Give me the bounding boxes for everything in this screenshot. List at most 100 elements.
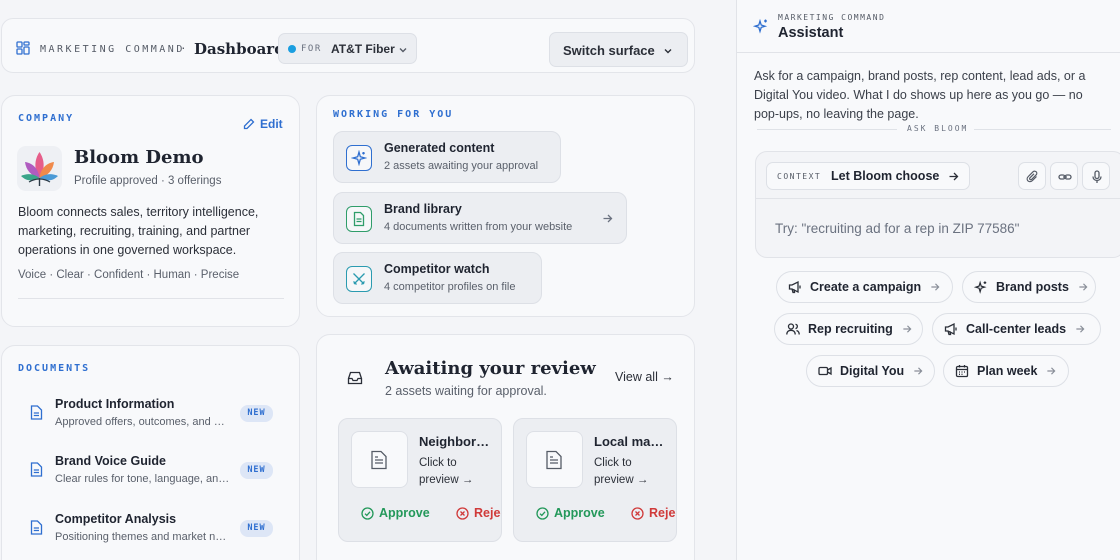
megaphone-icon [788,280,802,294]
company-card: COMPANY Edit Bloom Demo Profile approved… [1,95,300,327]
arrow-right-icon [1075,324,1085,334]
call-center-leads-chip[interactable]: Call-center leads [932,313,1101,345]
asset-thumbnail [526,431,583,488]
asset-title: Neighborhood post [419,434,491,449]
sparkle-icon [753,18,769,34]
company-description: Bloom connects sales, territory intellig… [18,205,259,257]
sparkle-icon [346,145,372,171]
account-name: AT&T Fiber [331,42,395,56]
brand-label: MARKETING COMMAND [40,44,185,55]
brand-traits: Voice · Clear · Confident · Human · Prec… [18,269,240,281]
approve-button[interactable]: Approve [361,506,430,520]
section-label: WORKING FOR YOU [333,109,454,120]
asset-preview-link[interactable]: Click to preview → [594,455,668,489]
review-subtitle: 2 assets waiting for approval. [385,384,547,398]
context-selector[interactable]: CONTEXT Let Bloom choose [766,162,970,190]
document-row[interactable]: Competitor Analysis Positioning themes a… [18,511,288,551]
reject-button[interactable]: Reject [456,506,501,520]
new-badge: NEW [240,462,273,479]
edit-label: Edit [260,117,283,131]
chip-label: Brand posts [996,280,1069,294]
rep-recruiting-chip[interactable]: Rep recruiting [774,313,923,345]
company-logo [17,146,62,191]
asset-title: Local market ad [594,434,666,449]
document-icon [30,520,43,535]
section-label: COMPANY [18,113,75,124]
reject-label: Reject [474,506,501,520]
new-badge: NEW [240,520,273,537]
document-title: Competitor Analysis [55,512,177,526]
ask-bloom-label: ASK BLOOM [907,124,969,133]
item-subtitle: 4 documents written from your website [384,221,573,233]
divider [18,298,284,299]
chip-label: Digital You [840,364,905,378]
arrow-right-icon [1046,366,1056,376]
document-row[interactable]: Product Information Approved offers, out… [18,396,288,436]
digital-you-chip[interactable]: Digital You [806,355,935,387]
asset-thumbnail [351,431,408,488]
approve-button[interactable]: Approve [536,506,605,520]
arrow-right-icon [930,282,940,292]
breadcrumb-separator: · [181,39,186,55]
for-label: FOR [301,44,322,54]
page-title: Dashboard [194,40,285,58]
item-subtitle: 4 competitor profiles on file [384,281,516,293]
calendar-icon [955,364,969,378]
brand-posts-chip[interactable]: Brand posts [962,271,1096,303]
chip-label: Call-center leads [966,322,1067,336]
users-icon [786,322,800,336]
prompt-input[interactable]: Try: "recruiting ad for a rep in ZIP 775… [775,221,1019,236]
attach-button[interactable] [1018,162,1046,190]
chevron-down-icon [663,46,673,56]
new-badge: NEW [240,405,273,422]
asset-preview-link[interactable]: Click to preview → [419,455,493,489]
view-all-link[interactable]: View all → [615,370,674,384]
item-title: Brand library [384,202,462,216]
approve-label: Approve [379,506,430,520]
document-title: Product Information [55,397,175,411]
document-subtitle: Clear rules for tone, language, and styl… [55,473,230,485]
edit-company-button[interactable]: Edit [243,117,283,131]
reject-label: Reject [649,506,676,520]
arrow-right-icon [948,171,959,182]
item-subtitle: 2 assets awaiting your approval [384,160,539,172]
dashboard-grid-icon [16,41,30,55]
arrow-right-icon [1078,282,1088,292]
create-campaign-chip[interactable]: Create a campaign [776,271,953,303]
document-title: Brand Voice Guide [55,454,166,468]
assistant-eyebrow: MARKETING COMMAND [778,13,886,22]
awaiting-review-card: Awaiting your review 2 assets waiting fo… [316,334,695,560]
section-label: DOCUMENTS [18,363,91,374]
document-icon [346,206,372,232]
assistant-title: Assistant [778,25,844,41]
link-button[interactable] [1050,162,1078,190]
video-icon [818,364,832,378]
switch-surface-button[interactable]: Switch surface [549,32,688,67]
context-value: Let Bloom choose [831,169,940,183]
prompt-composer: CONTEXT Let Bloom choose Try: "recruitin… [755,151,1120,258]
microphone-button[interactable] [1082,162,1110,190]
working-for-you-card: WORKING FOR YOU Generated content 2 asse… [316,95,695,317]
assistant-header: MARKETING COMMAND Assistant [737,0,1120,53]
inbox-icon [347,371,363,385]
document-subtitle: Positioning themes and market notes [55,531,230,543]
assistant-panel: MARKETING COMMAND Assistant Ask for a ca… [736,0,1120,560]
account-selector[interactable]: FOR AT&T Fiber [278,33,417,64]
document-icon [30,462,43,477]
reject-button[interactable]: Reject [631,506,676,520]
assistant-intro: Ask for a campaign, brand posts, rep con… [754,69,1086,121]
item-title: Competitor watch [384,262,490,276]
asset-card[interactable]: Local market ad Click to preview → Appro… [513,418,677,542]
competitor-watch-item[interactable]: Competitor watch 4 competitor profiles o… [333,252,542,304]
documents-card: DOCUMENTS Product Information Approved o… [1,345,300,560]
document-row[interactable]: Brand Voice Guide Clear rules for tone, … [18,453,288,493]
asset-card[interactable]: Neighborhood post Click to preview → App… [338,418,502,542]
sparkle-icon [974,280,988,294]
chip-label: Rep recruiting [808,322,893,336]
brand-library-item[interactable]: Brand library 4 documents written from y… [333,192,627,244]
document-icon [30,405,43,420]
top-bar: MARKETING COMMAND · Dashboard FOR AT&T F… [1,18,695,73]
plan-week-chip[interactable]: Plan week [943,355,1069,387]
generated-content-item[interactable]: Generated content 2 assets awaiting your… [333,131,561,183]
arrow-right-icon [902,324,912,334]
